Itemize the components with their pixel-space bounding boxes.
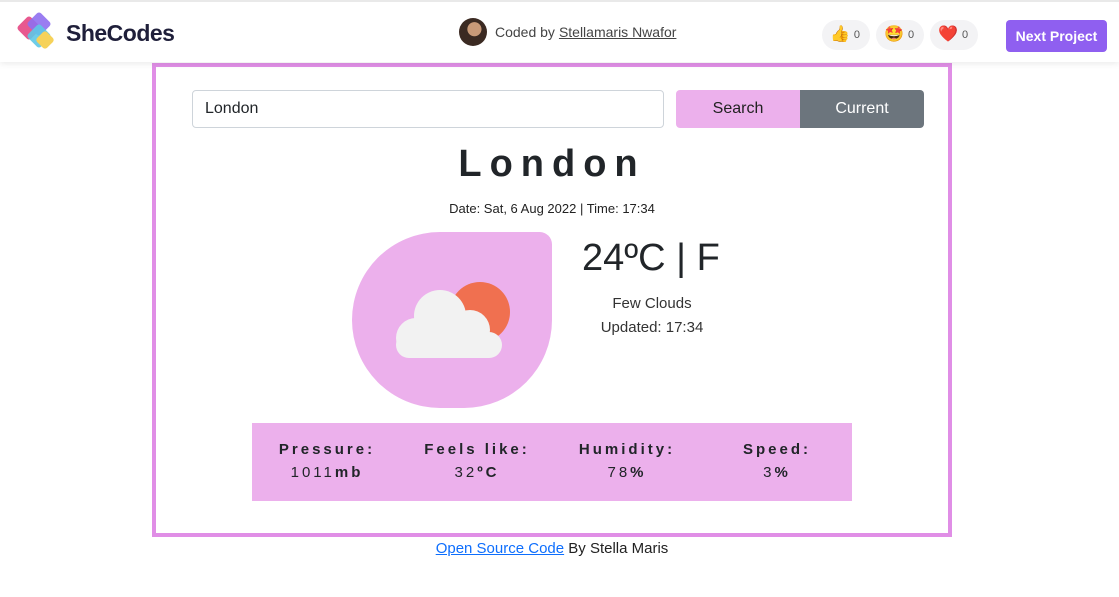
current-location-button[interactable]: Current bbox=[800, 90, 924, 128]
reaction-star-eyes[interactable]: 🤩 0 bbox=[876, 20, 925, 50]
stat-feels-like: Feels like: 32ºC bbox=[402, 423, 552, 501]
stat-label: Feels like: bbox=[424, 441, 530, 458]
reaction-count: 0 bbox=[907, 29, 915, 41]
stat-number: 78 bbox=[607, 464, 631, 481]
stat-speed: Speed: 3% bbox=[702, 423, 852, 501]
stat-number: 32 bbox=[454, 464, 478, 481]
stat-label: Pressure: bbox=[278, 441, 376, 458]
stat-unit: % bbox=[774, 464, 791, 481]
stat-value: 3% bbox=[702, 464, 852, 481]
coded-by: Coded by Stellamaris Nwafor bbox=[459, 18, 676, 46]
author-link[interactable]: Stellamaris Nwafor bbox=[559, 24, 676, 40]
stat-pressure: Pressure: 1011mb bbox=[252, 423, 402, 501]
weather-description: Few Clouds bbox=[612, 295, 692, 312]
stat-humidity: Humidity: 78% bbox=[552, 423, 702, 501]
coded-by-prefix: Coded by bbox=[495, 24, 555, 40]
updated-time: Updated: 17:34 bbox=[600, 319, 704, 336]
avatar bbox=[459, 18, 487, 46]
footer-suffix: By Stella Maris bbox=[564, 540, 669, 557]
stat-value: 1011mb bbox=[252, 464, 402, 481]
stat-number: 3 bbox=[763, 464, 775, 481]
city-name: London bbox=[458, 143, 646, 185]
city-search-input[interactable] bbox=[192, 90, 664, 128]
reaction-count: 0 bbox=[962, 29, 969, 41]
stat-unit: % bbox=[630, 464, 647, 481]
shecodes-logo-icon bbox=[16, 11, 62, 55]
next-project-button[interactable]: Next Project bbox=[1006, 20, 1107, 52]
reaction-heart[interactable]: ❤️ 0 bbox=[930, 20, 979, 50]
stat-label: Humidity: bbox=[578, 441, 676, 458]
weather-stats: Pressure: 1011mb Feels like: 32ºC Humidi… bbox=[252, 423, 852, 501]
reaction-count: 0 bbox=[853, 29, 861, 41]
heart-icon: ❤️ bbox=[938, 26, 959, 43]
thumbs-up-icon: 👍 bbox=[830, 26, 850, 43]
footer: Open Source Code By Stella Maris bbox=[0, 540, 1104, 557]
weather-icon-container bbox=[352, 232, 552, 408]
few-clouds-icon bbox=[396, 282, 510, 358]
stat-value: 78% bbox=[552, 464, 702, 481]
top-bar: SheCodes Coded by Stellamaris Nwafor 👍 0… bbox=[0, 0, 1119, 62]
weather-card: Search Current London Date: Sat, 6 Aug 2… bbox=[152, 63, 952, 537]
reactions: 👍 0 🤩 0 ❤️ 0 bbox=[822, 20, 979, 50]
stat-unit: ºC bbox=[477, 464, 500, 481]
stat-number: 1011 bbox=[290, 464, 335, 481]
logo-text: SheCodes bbox=[66, 19, 175, 46]
open-source-code-link[interactable]: Open Source Code bbox=[436, 540, 564, 557]
stat-label: Speed: bbox=[742, 441, 811, 458]
star-eyes-icon: 🤩 bbox=[884, 26, 904, 43]
stat-value: 32ºC bbox=[402, 464, 552, 481]
reaction-thumbs-up[interactable]: 👍 0 bbox=[822, 20, 871, 50]
search-button[interactable]: Search bbox=[676, 90, 800, 128]
stat-unit: mb bbox=[334, 464, 364, 481]
temperature: 24ºC | F bbox=[582, 237, 720, 279]
shecodes-logo[interactable]: SheCodes bbox=[16, 11, 175, 55]
date-time: Date: Sat, 6 Aug 2022 | Time: 17:34 bbox=[449, 201, 655, 216]
